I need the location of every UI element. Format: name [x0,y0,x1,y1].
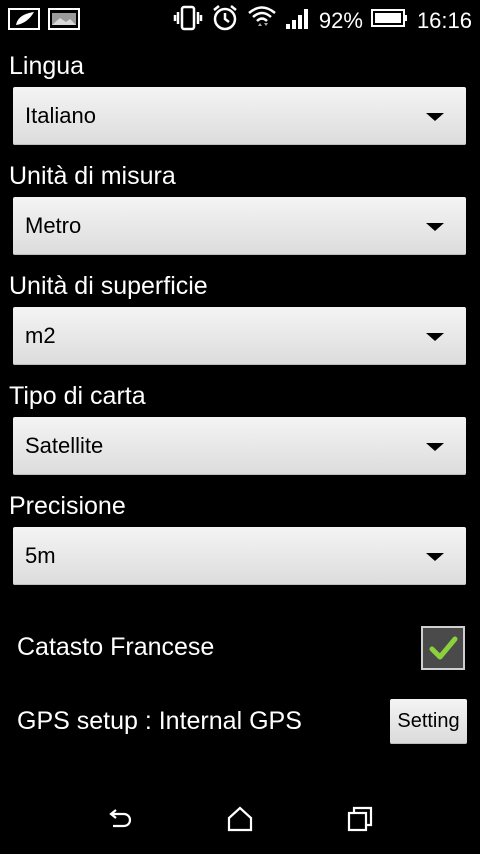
vibrate-icon [173,4,203,37]
image-notification-icon [48,7,80,36]
catasto-label: Catasto Francese [17,633,215,661]
precisione-value: 5m [25,543,56,568]
setting-button[interactable]: Setting [390,699,467,744]
unita-superficie-dropdown[interactable]: m2 [13,307,466,365]
tipo-carta-dropdown[interactable]: Satellite [13,417,466,475]
unita-misura-dropdown[interactable]: Metro [13,197,466,255]
chevron-down-icon [426,443,444,451]
chevron-down-icon [426,553,444,561]
precisione-label: Precisione [9,492,126,520]
status-bar: 92% 16:16 [0,0,480,38]
unita-superficie-label: Unità di superficie [9,272,208,300]
gps-setup-label: GPS setup : Internal GPS [17,707,302,735]
chevron-down-icon [426,223,444,231]
unita-misura-label: Unità di misura [9,162,176,190]
lingua-label: Lingua [9,52,85,80]
leaf-notification-icon [8,7,40,36]
settings-panel: Lingua Italiano Unità di misura Metro Un… [0,38,480,782]
unita-superficie-value: m2 [25,323,56,348]
unita-misura-value: Metro [25,213,82,238]
checkmark-icon [429,636,458,660]
lingua-value: Italiano [25,103,96,128]
clock: 16:16 [416,7,472,33]
signal-icon [285,6,311,35]
home-icon[interactable] [225,804,255,834]
navigation-bar [0,782,480,854]
precisione-dropdown[interactable]: 5m [13,527,466,585]
recent-apps-icon[interactable] [345,804,375,834]
chevron-down-icon [426,113,444,121]
battery-icon [370,7,409,34]
tipo-carta-value: Satellite [25,433,104,458]
lingua-dropdown[interactable]: Italiano [13,87,466,145]
tipo-carta-label: Tipo di carta [9,382,146,410]
alarm-icon [211,4,239,37]
battery-percent: 92% [318,7,363,33]
back-icon[interactable] [105,804,135,834]
catasto-checkbox[interactable] [421,626,465,670]
wifi-icon [247,4,277,37]
chevron-down-icon [426,333,444,341]
